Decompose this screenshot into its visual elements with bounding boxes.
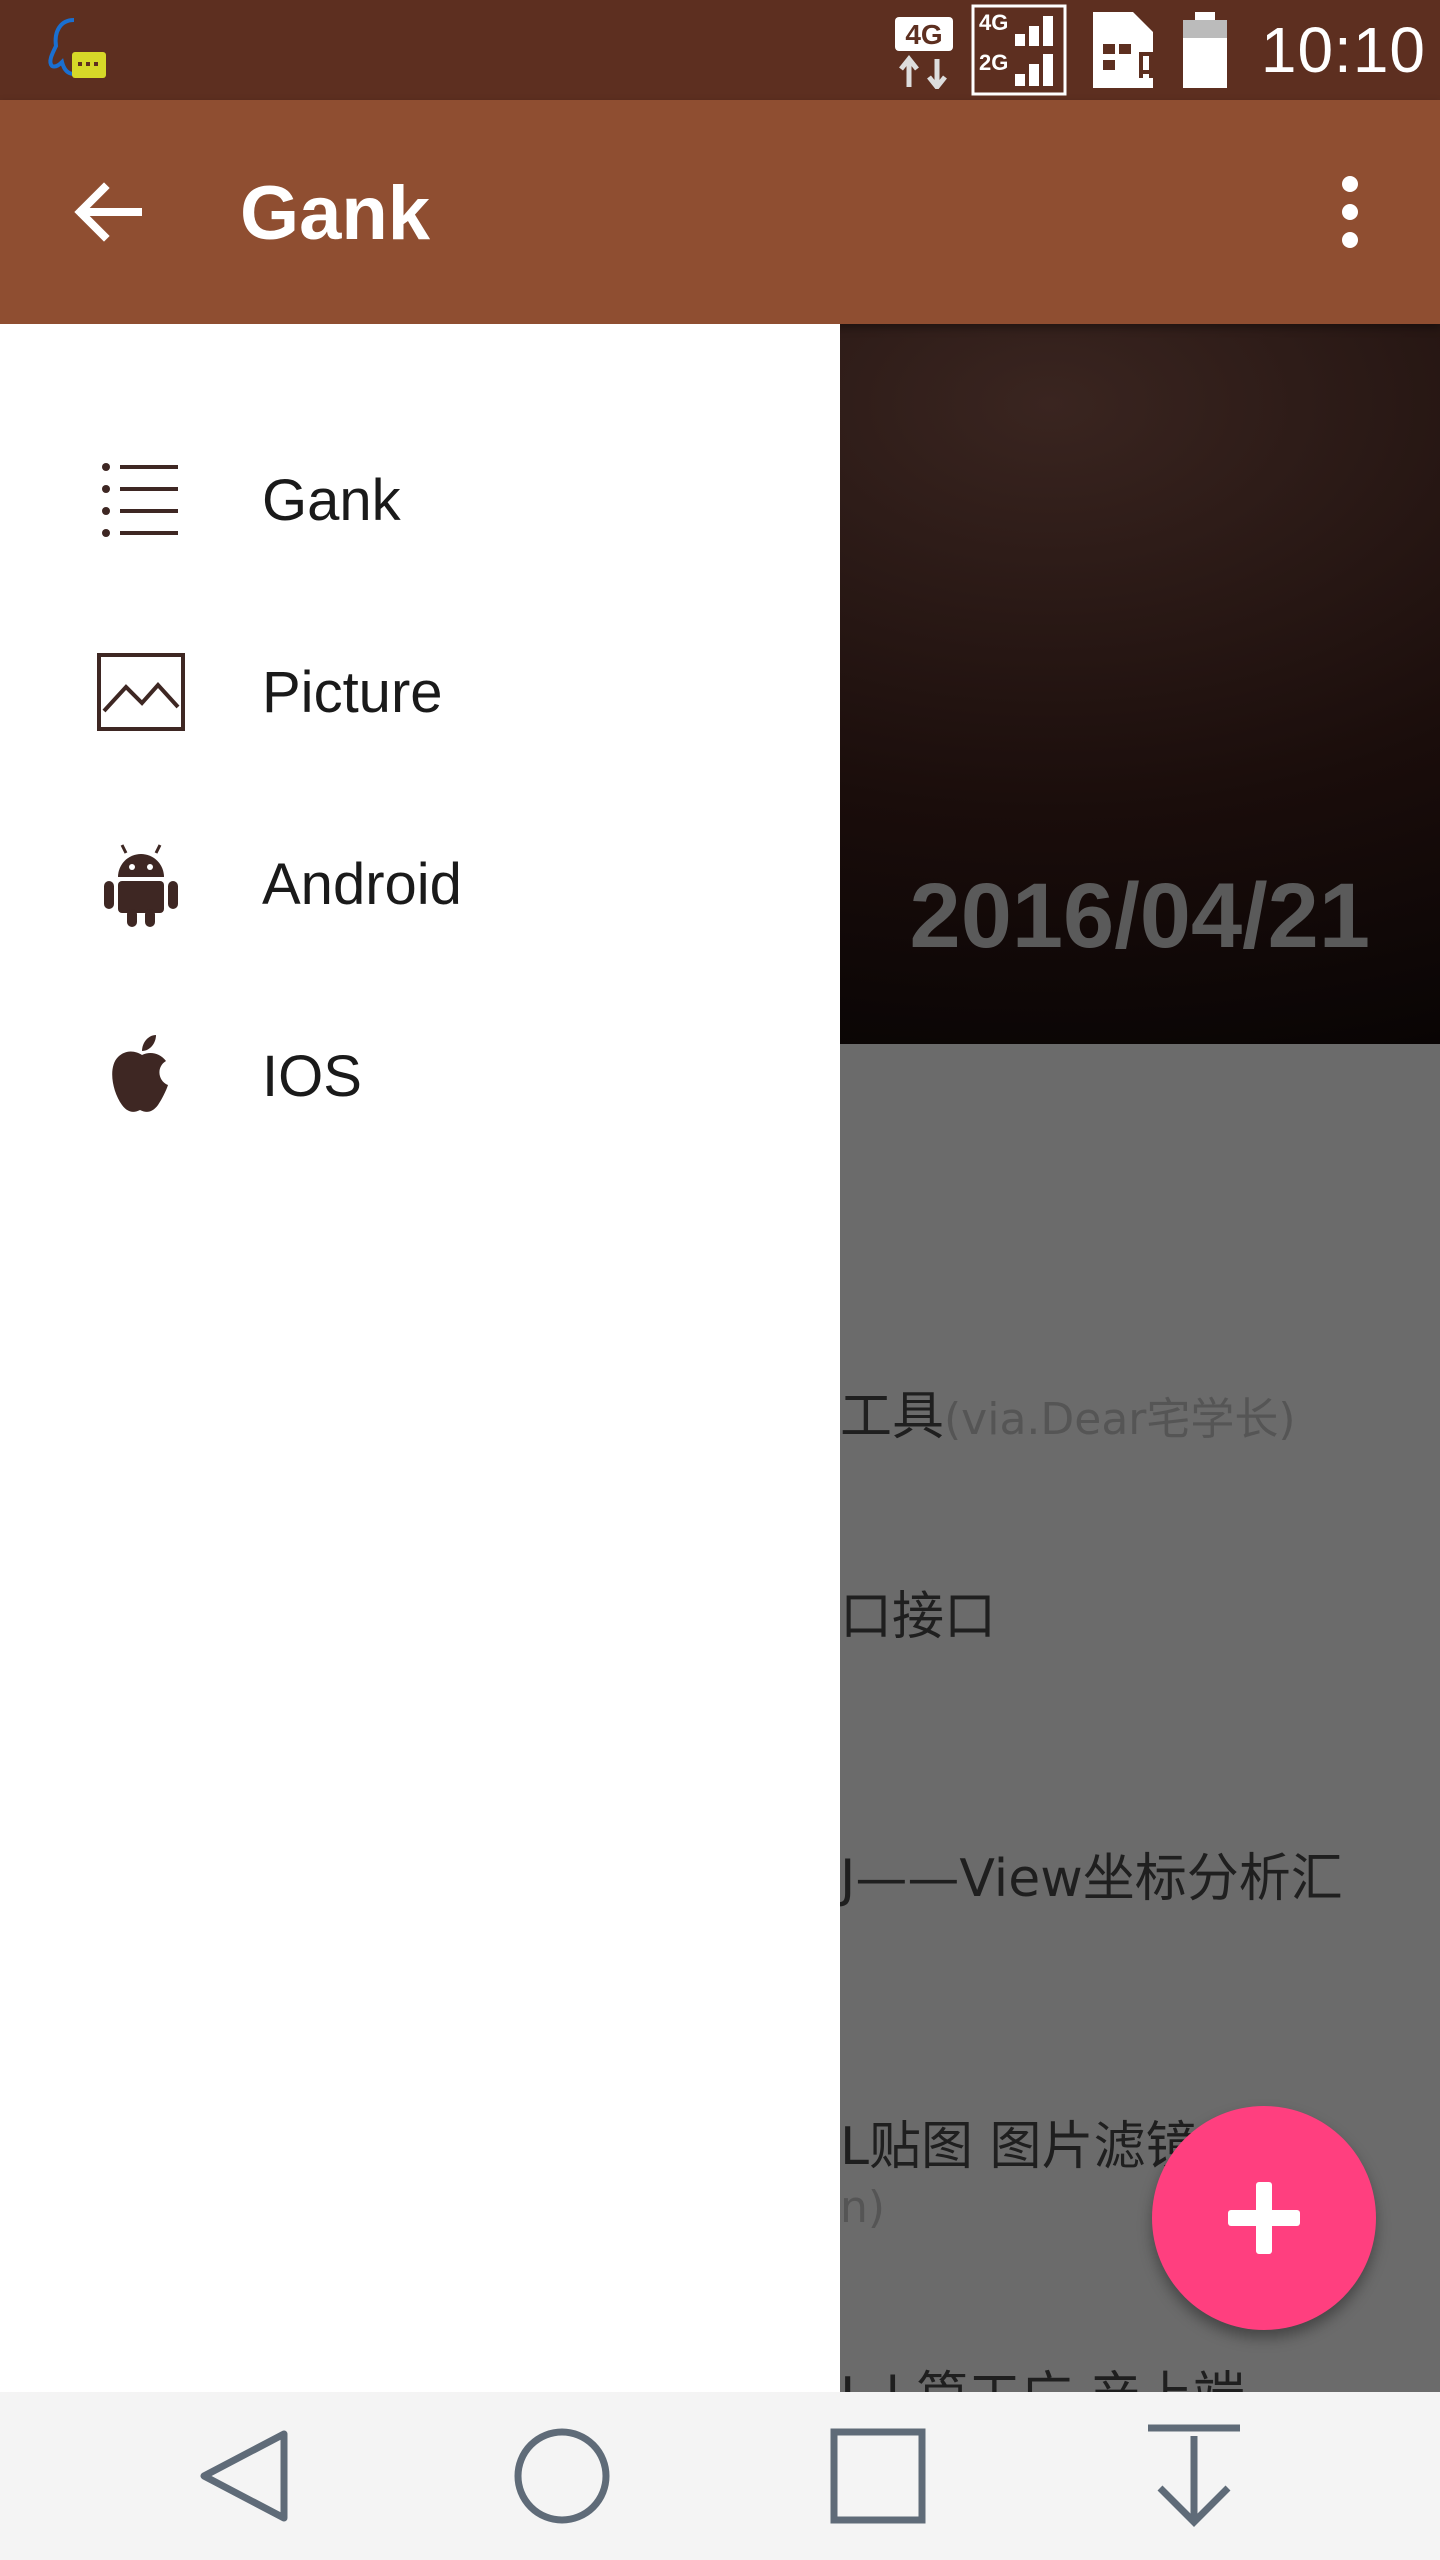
system-nav-bar	[0, 2392, 1440, 2560]
svg-text:4G: 4G	[979, 10, 1008, 35]
list-item-via: (via.Dear宅学长)	[944, 1394, 1296, 1445]
android-icon	[96, 839, 186, 929]
list-item[interactable]: 工具(via.Dear宅学长)	[840, 1374, 1296, 1449]
notifications-pull-icon[interactable]	[1134, 2416, 1254, 2536]
svg-text:4G: 4G	[905, 19, 942, 50]
drawer-item-gank[interactable]: Gank	[0, 404, 840, 596]
drawer-item-picture[interactable]: Picture	[0, 596, 840, 788]
list-item-title: 口接口	[840, 1587, 997, 1647]
network-4g-icon: 4G	[894, 17, 953, 89]
back-triangle-icon[interactable]	[186, 2416, 306, 2536]
image-icon	[96, 647, 186, 737]
signal-4g-2g-icon: 4G 2G	[971, 4, 1067, 96]
page-title: Gank	[240, 171, 431, 256]
drawer-item-label: Picture	[262, 659, 443, 725]
list-item-title: 工具	[840, 1387, 945, 1447]
list-item-title: J——View坐标分析汇	[840, 1849, 1343, 1909]
home-circle-icon[interactable]	[502, 2416, 622, 2536]
sim-alert-icon	[1092, 12, 1153, 88]
qq-notification-icon	[44, 16, 110, 86]
status-bar: 4G 4G 2G 10:10	[0, 0, 1440, 100]
status-icons: 4G 4G 2G 10:10	[893, 0, 1426, 100]
add-fab-button[interactable]	[1152, 2106, 1376, 2330]
clock: 10:10	[1260, 14, 1426, 86]
plus-icon	[1228, 2182, 1300, 2254]
list-item[interactable]: J——View坐标分析汇	[840, 1836, 1343, 1911]
list-item[interactable]: 口接口	[840, 1574, 996, 1649]
app-bar: Gank	[0, 100, 1440, 324]
arrow-left-icon[interactable]	[60, 162, 160, 262]
list-item-via: n)	[840, 2182, 886, 2233]
list-icon	[96, 455, 186, 545]
svg-text:2G: 2G	[979, 50, 1008, 75]
drawer-item-label: IOS	[262, 1043, 362, 1109]
list-item[interactable]: L贴图 图片滤镜	[840, 2104, 1198, 2179]
drawer-item-android[interactable]: Android	[0, 788, 840, 980]
drawer-item-label: Android	[262, 851, 462, 917]
recents-square-icon[interactable]	[818, 2416, 938, 2536]
list-item-title: L贴图 图片滤镜	[840, 2117, 1198, 2177]
drawer-item-label: Gank	[262, 467, 401, 533]
battery-icon	[1182, 12, 1227, 88]
navigation-drawer: Gank Picture Android IOS	[0, 324, 840, 2392]
post-date: 2016/04/21	[909, 865, 1370, 967]
more-vert-icon[interactable]	[1300, 162, 1400, 262]
apple-icon	[96, 1031, 186, 1121]
drawer-item-ios[interactable]: IOS	[0, 980, 840, 1172]
